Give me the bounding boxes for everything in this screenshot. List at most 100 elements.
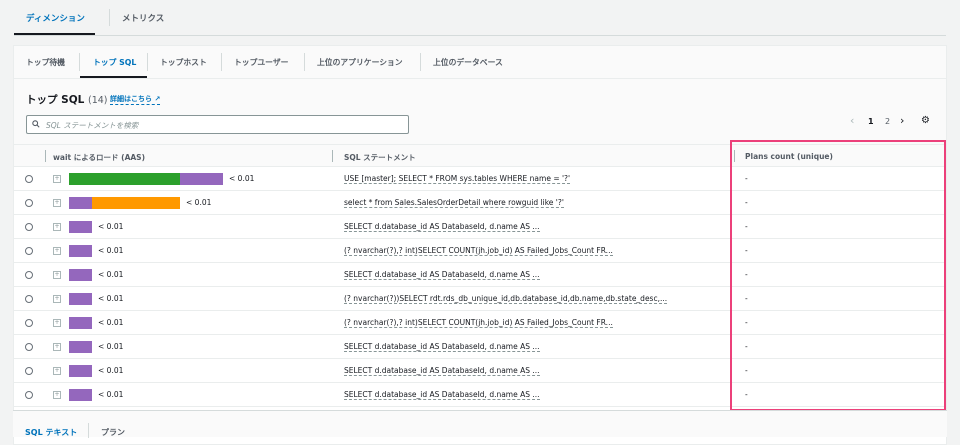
expand-icon[interactable]: + — [53, 343, 61, 351]
search-placeholder: SQL ステートメントを検索 — [46, 121, 139, 130]
table-row[interactable]: + < 0.01 SELECT d.database_id AS Databas… — [14, 383, 946, 407]
expand-icon[interactable]: + — [53, 247, 61, 255]
load-bar — [69, 365, 92, 377]
tab-top-hosts[interactable]: トップホスト — [160, 57, 207, 68]
sql-statement[interactable]: select * from Sales.SalesOrderDetail whe… — [344, 198, 564, 208]
column-header-plans-count[interactable]: Plans count (unique) — [745, 152, 833, 161]
next-page-icon[interactable]: › — [900, 114, 904, 127]
expand-icon[interactable]: + — [53, 295, 61, 303]
sql-statement[interactable]: (? nvarchar(?),? int)SELECT COUNT(jh.job… — [344, 318, 613, 328]
load-bar-segment-orange — [92, 197, 180, 209]
tab-plans[interactable]: プラン — [101, 427, 125, 438]
plans-count: - — [745, 246, 748, 255]
load-bar-segment-purple — [69, 389, 92, 401]
dimension-tabs: ディメンション メトリクス — [14, 0, 946, 36]
tab-top-applications[interactable]: 上位のアプリケーション — [317, 57, 403, 68]
column-header-sql[interactable]: SQL ステートメント — [344, 152, 416, 163]
sql-statement[interactable]: SELECT d.database_id AS DatabaseId, d.na… — [344, 342, 540, 352]
sql-statement[interactable]: SELECT d.database_id AS DatabaseId, d.na… — [344, 366, 540, 376]
sql-statement[interactable]: SELECT d.database_id AS DatabaseId, d.na… — [344, 390, 540, 400]
load-bar-segment-purple — [69, 245, 92, 257]
tab-top-sql[interactable]: トップ SQL — [93, 57, 136, 68]
load-bar — [69, 173, 223, 185]
settings-gear-icon[interactable]: ⚙ — [921, 115, 930, 126]
load-bar-segment-purple — [69, 269, 92, 281]
expand-icon[interactable]: + — [53, 319, 61, 327]
plans-count: - — [745, 366, 748, 375]
table-row[interactable]: + < 0.01 (? nvarchar(?))SELECT rdt.rds_d… — [14, 287, 946, 311]
tab-metrics[interactable]: メトリクス — [122, 12, 164, 24]
tab-top-waits[interactable]: トップ待機 — [26, 57, 65, 68]
table-row[interactable]: + < 0.01 select * from Sales.SalesOrderD… — [14, 191, 946, 215]
load-bar-segment-purple — [69, 365, 92, 377]
load-value: < 0.01 — [98, 246, 124, 255]
load-value: < 0.01 — [98, 294, 124, 303]
load-bar-segment-purple — [180, 173, 223, 185]
load-bar — [69, 317, 92, 329]
expand-icon[interactable]: + — [53, 391, 61, 399]
load-value: < 0.01 — [98, 270, 124, 279]
load-bar — [69, 341, 92, 353]
prev-page-icon[interactable]: ‹ — [850, 114, 854, 127]
expand-icon[interactable]: + — [53, 199, 61, 207]
table-row[interactable]: + < 0.01 USE [master]; SELECT * FROM sys… — [14, 167, 946, 191]
row-select-radio[interactable] — [25, 391, 33, 399]
plans-count: - — [745, 390, 748, 399]
expand-icon[interactable]: + — [53, 223, 61, 231]
row-select-radio[interactable] — [25, 295, 33, 303]
load-bar-segment-purple — [69, 317, 92, 329]
plans-count: - — [745, 318, 748, 327]
row-select-radio[interactable] — [25, 247, 33, 255]
sql-statement[interactable]: USE [master]; SELECT * FROM sys.tables W… — [344, 174, 571, 184]
table-row[interactable]: + < 0.01 SELECT d.database_id AS Databas… — [14, 263, 946, 287]
expand-icon[interactable]: + — [53, 271, 61, 279]
plans-count: - — [745, 198, 748, 207]
tab-dimensions[interactable]: ディメンション — [26, 12, 85, 24]
table-row[interactable]: + < 0.01 SELECT d.database_id AS Databas… — [14, 359, 946, 383]
table-row[interactable]: + < 0.01 (? nvarchar(?),? int)SELECT COU… — [14, 311, 946, 335]
page-1[interactable]: 1 — [868, 117, 874, 126]
table-header: wait によるロード (AAS) SQL ステートメント Plans coun… — [14, 144, 946, 167]
load-bar-segment-purple — [69, 221, 92, 233]
detail-tabs: SQL テキスト プラン — [13, 410, 947, 438]
load-bar-segment-purple — [69, 341, 92, 353]
table-header-area: トップ SQL (14) 詳細はこちら ↗ SQL ステートメントを検索 ‹ 1… — [14, 79, 946, 144]
table-row[interactable]: + < 0.01 (? nvarchar(?),? int)SELECT COU… — [14, 239, 946, 263]
search-icon — [32, 120, 40, 128]
load-bar — [69, 293, 92, 305]
divider — [109, 9, 110, 26]
sql-statement[interactable]: SELECT d.database_id AS DatabaseId, d.na… — [344, 222, 540, 232]
plans-count: - — [745, 342, 748, 351]
page-2[interactable]: 2 — [885, 117, 890, 126]
sql-statement[interactable]: (? nvarchar(?))SELECT rdt.rds_db_unique_… — [344, 294, 668, 304]
load-bar — [69, 197, 180, 209]
plans-count: - — [745, 294, 748, 303]
sql-statement[interactable]: SELECT d.database_id AS DatabaseId, d.na… — [344, 270, 540, 280]
row-select-radio[interactable] — [25, 367, 33, 375]
row-select-radio[interactable] — [25, 199, 33, 207]
row-select-radio[interactable] — [25, 223, 33, 231]
plans-count: - — [745, 222, 748, 231]
load-bar-segment-green — [69, 173, 180, 185]
row-select-radio[interactable] — [25, 319, 33, 327]
tab-top-databases[interactable]: 上位のデータベース — [433, 57, 503, 68]
expand-icon[interactable]: + — [53, 175, 61, 183]
load-bar — [69, 389, 92, 401]
column-header-load[interactable]: wait によるロード (AAS) — [53, 152, 145, 163]
row-select-radio[interactable] — [25, 271, 33, 279]
sql-statement[interactable]: (? nvarchar(?),? int)SELECT COUNT(jh.job… — [344, 246, 613, 256]
title-text: トップ SQL — [26, 94, 85, 106]
load-value: < 0.01 — [98, 342, 124, 351]
learn-more-link[interactable]: 詳細はこちら ↗ — [110, 94, 161, 105]
external-link-icon: ↗ — [154, 95, 161, 103]
tab-top-users[interactable]: トップユーザー — [234, 57, 288, 68]
table-row[interactable]: + < 0.01 SELECT d.database_id AS Databas… — [14, 215, 946, 239]
inner-tabs: トップ待機 トップ SQL トップホスト トップユーザー 上位のアプリケーション… — [14, 46, 946, 79]
expand-icon[interactable]: + — [53, 367, 61, 375]
table-row[interactable]: + < 0.01 SELECT d.database_id AS Databas… — [14, 335, 946, 359]
plans-count: - — [745, 270, 748, 279]
row-select-radio[interactable] — [25, 343, 33, 351]
tab-sql-text[interactable]: SQL テキスト — [25, 427, 77, 438]
row-select-radio[interactable] — [25, 175, 33, 183]
search-input[interactable]: SQL ステートメントを検索 — [26, 115, 409, 134]
